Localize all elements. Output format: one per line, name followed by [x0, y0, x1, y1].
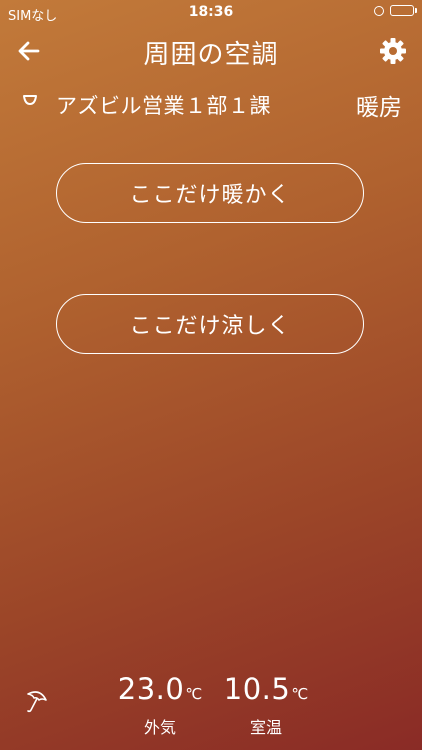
hvac-mode: 暖房 — [356, 95, 402, 121]
room-temperature: 10.5℃ 室温 — [220, 672, 312, 738]
footer: 23.0℃ 外気 10.5℃ 室温 — [0, 660, 422, 750]
outside-temp-unit: ℃ — [185, 685, 203, 703]
zone-name: アズビル営業１部１課 — [56, 94, 271, 118]
room-temp-value: 10.5 — [223, 672, 291, 706]
outside-temperature: 23.0℃ 外気 — [112, 672, 208, 738]
cool-here-button[interactable]: ここだけ涼しく — [56, 294, 364, 354]
gear-icon[interactable] — [378, 36, 408, 66]
zone-row: アズビル営業１部１課 暖房 — [18, 88, 404, 122]
outside-temp-value: 23.0 — [117, 672, 185, 706]
outside-temp-label: 外気 — [143, 718, 176, 737]
umbrella-icon[interactable] — [22, 686, 52, 716]
clock: 18:36 — [188, 4, 234, 20]
header: 周囲の空調 — [0, 28, 422, 74]
zone-icon — [23, 95, 37, 105]
warm-here-button[interactable]: ここだけ暖かく — [56, 163, 364, 223]
page-title: 周囲の空調 — [143, 40, 279, 70]
status-icons — [374, 5, 417, 16]
orientation-lock-icon — [374, 5, 384, 16]
status-bar: SIMなし 18:36 — [0, 0, 422, 26]
battery-icon — [390, 5, 417, 16]
room-temp-label: 室温 — [249, 718, 282, 737]
room-temp-unit: ℃ — [291, 685, 309, 703]
